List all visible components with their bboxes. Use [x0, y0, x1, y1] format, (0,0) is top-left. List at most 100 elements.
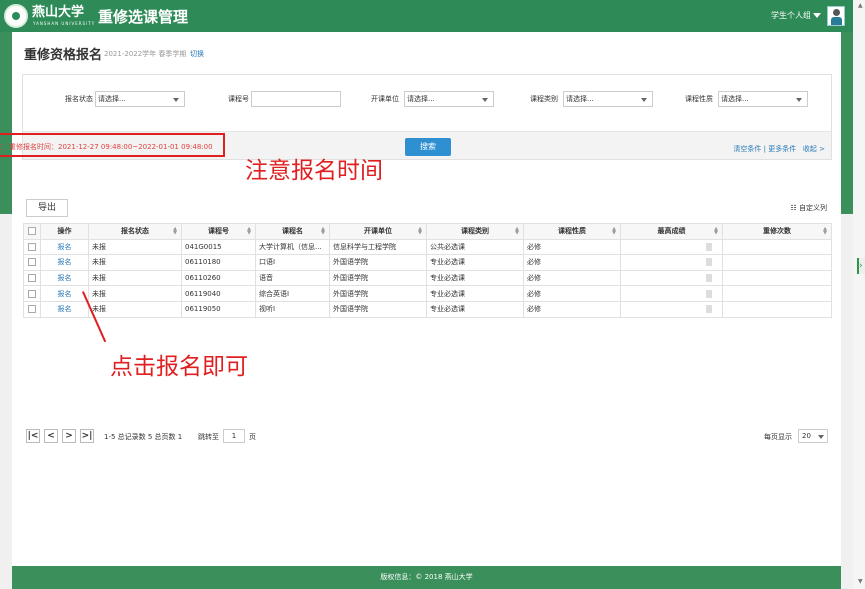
- sort-icon[interactable]: ▲ ▼: [823, 227, 827, 236]
- registration-time-notice: 注：重修报名时间：2021-12-27 09:48:00~2022-01-01 …: [0, 143, 213, 151]
- clear-filters-link[interactable]: 清空条件: [733, 145, 761, 153]
- collapse-link[interactable]: 收起 >: [803, 145, 825, 153]
- avatar[interactable]: [827, 6, 845, 26]
- col-header[interactable]: 课程性质 ▲ ▼: [523, 223, 621, 240]
- nature-cell: 必修: [523, 238, 621, 256]
- register-link[interactable]: 报名: [58, 258, 72, 266]
- chevron-down-icon: [482, 98, 488, 102]
- col-header[interactable]: 重修次数 ▲ ▼: [722, 223, 832, 240]
- annotation-time: 注意报名时间: [245, 158, 383, 184]
- scroll-up-icon[interactable]: ▲: [858, 2, 863, 9]
- sort-icon[interactable]: ▲ ▼: [418, 227, 422, 236]
- status-cell: 未报: [88, 300, 182, 318]
- best-score-cell: [620, 285, 723, 302]
- switch-term-link[interactable]: 切换: [190, 49, 204, 59]
- register-link[interactable]: 报名: [58, 243, 72, 251]
- dept-cell: 外国语学院: [329, 254, 427, 271]
- row-checkbox[interactable]: [23, 285, 41, 302]
- sort-icon[interactable]: ▲ ▼: [515, 227, 519, 236]
- jump-page-input[interactable]: 1: [223, 429, 245, 443]
- status-cell: 未报: [88, 269, 182, 287]
- prev-page-button[interactable]: <: [44, 429, 58, 443]
- chevron-down-icon: [818, 435, 824, 439]
- best-score-cell: [620, 254, 723, 271]
- course-name-cell: 视听Ⅰ: [255, 300, 330, 318]
- sort-icon[interactable]: ▲ ▼: [173, 227, 177, 236]
- more-filters-link[interactable]: 更多条件: [768, 145, 796, 153]
- retake-count-cell: [722, 269, 832, 287]
- filter-links: 清空条件 | 更多条件 收起 >: [733, 144, 825, 154]
- nature-cell: 必修: [523, 285, 621, 302]
- pager-summary: 1-5 总记录数 5 总页数 1: [104, 433, 183, 441]
- row-checkbox[interactable]: [23, 300, 41, 318]
- col-header[interactable]: 开课单位 ▲ ▼: [329, 223, 427, 240]
- row-checkbox[interactable]: [23, 238, 41, 256]
- course-no-input[interactable]: [251, 91, 341, 107]
- side-panel-handle-icon[interactable]: ›: [857, 258, 865, 274]
- search-button[interactable]: 搜索: [405, 138, 451, 156]
- select-all-checkbox[interactable]: [23, 223, 41, 240]
- custom-columns-button[interactable]: ☷ 自定义列: [790, 203, 827, 213]
- scroll-down-icon[interactable]: ▼: [858, 578, 863, 585]
- nature-cell: 必修: [523, 300, 621, 318]
- register-link[interactable]: 报名: [58, 290, 72, 298]
- table-row: 报名 未报 06119040 综合英语Ⅰ 外国语学院 专业必选课 必修: [23, 285, 832, 302]
- sort-icon[interactable]: ▲ ▼: [612, 227, 616, 236]
- first-page-button[interactable]: |<: [26, 429, 40, 443]
- course-table: 操作 报名状态 ▲ ▼ 课程号 ▲ ▼ 课程名 ▲ ▼ 开课单位 ▲ ▼ 课程类别 ▲ ▼ 课程性质…: [23, 223, 832, 318]
- status-filter-label: 报名状态: [65, 95, 93, 103]
- table-header-row: 操作 报名状态 ▲ ▼ 课程号 ▲ ▼ 课程名 ▲ ▼ 开课单位 ▲ ▼ 课程类别 ▲ ▼ 课程性质…: [23, 223, 832, 240]
- register-link[interactable]: 报名: [58, 305, 72, 313]
- register-link[interactable]: 报名: [58, 274, 72, 282]
- nature-filter-label: 课程性质: [685, 95, 713, 103]
- dept-cell: 外国语学院: [329, 269, 427, 287]
- chevron-down-icon: [796, 98, 802, 102]
- nature-select[interactable]: 请选择...: [718, 91, 808, 107]
- per-page-select[interactable]: 20: [798, 429, 828, 443]
- user-menu[interactable]: 学生个人组: [771, 10, 811, 21]
- category-filter-label: 课程类别: [530, 95, 558, 103]
- retake-count-cell: [722, 238, 832, 256]
- status-select[interactable]: 请选择...: [95, 91, 185, 107]
- category-select[interactable]: 请选择...: [563, 91, 653, 107]
- col-header[interactable]: 报名状态 ▲ ▼: [88, 223, 182, 240]
- row-checkbox[interactable]: [23, 269, 41, 287]
- school-name-en: YANSHAN UNIVERSITY: [33, 21, 96, 26]
- scrollbar[interactable]: [853, 0, 865, 589]
- notice-highlight-box: 注：重修报名时间：2021-12-27 09:48:00~2022-01-01 …: [0, 133, 225, 157]
- per-page-label: 每页显示: [764, 433, 792, 441]
- annotation-click: 点击报名即可: [110, 354, 248, 380]
- next-page-button[interactable]: >: [62, 429, 76, 443]
- sort-icon[interactable]: ▲ ▼: [247, 227, 251, 236]
- chevron-down-icon[interactable]: [813, 13, 821, 18]
- dept-filter-label: 开课单位: [371, 95, 399, 103]
- table-row: 报名 未报 06119050 视听Ⅰ 外国语学院 专业必选课 必修: [23, 300, 832, 318]
- col-header[interactable]: 最高成绩 ▲ ▼: [620, 223, 723, 240]
- status-cell: 未报: [88, 238, 182, 256]
- col-header: 操作: [40, 223, 89, 240]
- table-row: 报名 未报 041G0015 大学计算机（信息... 信息科学与工程学院 公共必…: [23, 238, 832, 256]
- export-button[interactable]: 导出: [26, 199, 68, 217]
- last-page-button[interactable]: >|: [80, 429, 94, 443]
- col-header[interactable]: 课程类别 ▲ ▼: [426, 223, 524, 240]
- dept-select[interactable]: 请选择...: [404, 91, 494, 107]
- category-cell: 专业必选课: [426, 269, 524, 287]
- col-header[interactable]: 课程号 ▲ ▼: [181, 223, 256, 240]
- best-score-cell: [620, 300, 723, 318]
- dept-cell: 信息科学与工程学院: [329, 238, 427, 256]
- pagination: |< < > >| 1-5 总记录数 5 总页数 1 跳转至 1 页 每页显示 …: [26, 429, 836, 445]
- chevron-down-icon: [641, 98, 647, 102]
- row-checkbox[interactable]: [23, 254, 41, 271]
- university-logo-icon: [4, 4, 28, 28]
- table-row: 报名 未报 06110180 口语Ⅰ 外国语学院 专业必选课 必修: [23, 254, 832, 271]
- course-no-cell: 06119050: [181, 300, 256, 318]
- columns-icon: ☷: [790, 204, 799, 212]
- sort-icon[interactable]: ▲ ▼: [714, 227, 718, 236]
- course-no-label: 课程号: [228, 95, 249, 103]
- retake-count-cell: [722, 285, 832, 302]
- course-no-cell: 06110260: [181, 269, 256, 287]
- course-name-cell: 语音: [255, 269, 330, 287]
- sort-icon[interactable]: ▲ ▼: [321, 227, 325, 236]
- course-no-cell: 06110180: [181, 254, 256, 271]
- col-header[interactable]: 课程名 ▲ ▼: [255, 223, 330, 240]
